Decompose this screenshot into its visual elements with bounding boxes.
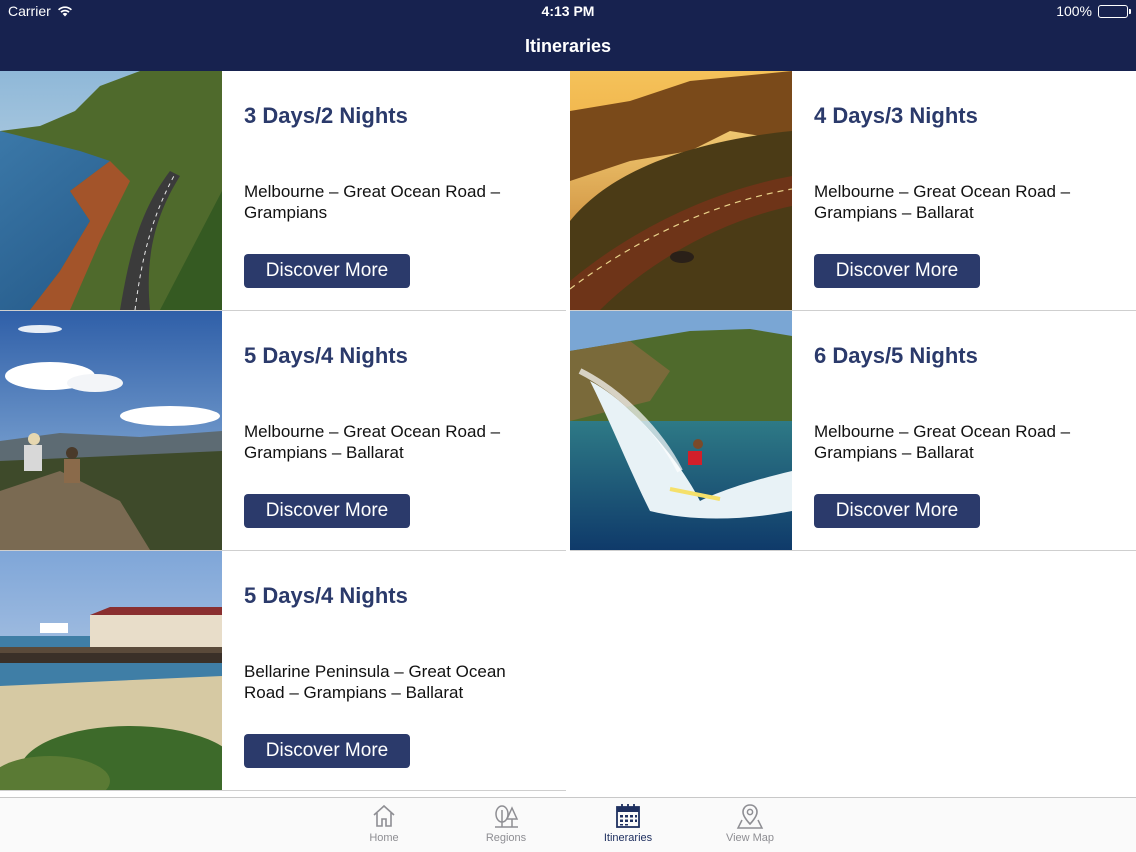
hikers-lookout-photo [0,311,222,550]
discover-more-button[interactable]: Discover More [244,734,410,768]
home-icon [373,804,395,827]
header: Carrier 4:13 PM 100% Itineraries [0,0,1136,71]
tab-label: Itineraries [603,832,653,844]
card-title: 5 Days/4 Nights [244,583,408,608]
tab-label: Regions [485,832,527,844]
card-description: Melbourne – Great Ocean Road – Grampians [244,182,501,222]
tab-regions[interactable]: Regions [456,802,556,852]
card-title: 6 Days/5 Nights [814,343,978,368]
battery-icon [1098,4,1131,18]
discover-more-button[interactable]: Discover More [814,494,980,528]
status-time: 4:13 PM [541,3,595,19]
map-pin-icon [736,804,764,829]
pier-photo [0,551,222,790]
itinerary-card[interactable]: 3 Days/2 Nights Melbourne – Great Ocean … [0,71,566,311]
tab-view-map[interactable]: View Map [700,802,800,852]
trees-icon [495,805,519,828]
card-title: 3 Days/2 Nights [244,103,408,128]
card-description: Bellarine Peninsula – Great Ocean Road –… [244,662,506,702]
status-bar: Carrier 4:13 PM 100% [0,0,1136,22]
card-description: Melbourne – Great Ocean Road – Grampians… [244,422,501,462]
discover-more-button[interactable]: Discover More [814,254,980,288]
coastal-road-photo [0,71,222,310]
card-title: 5 Days/4 Nights [244,343,408,368]
sunset-road-photo [570,71,792,310]
tab-home[interactable]: Home [334,802,434,852]
itinerary-card[interactable]: 6 Days/5 Nights Melbourne – Great Ocean … [570,311,1136,551]
card-title: 4 Days/3 Nights [814,103,978,128]
calendar-icon [616,804,640,828]
discover-more-button[interactable]: Discover More [244,254,410,288]
battery-percent: 100% [1056,3,1092,19]
itinerary-card[interactable]: 5 Days/4 Nights Bellarine Peninsula – Gr… [0,551,566,791]
tab-label: View Map [725,832,775,844]
tab-label: Home [369,832,399,844]
card-description: Melbourne – Great Ocean Road – Grampians… [814,422,1071,462]
tab-bar: Home Regions Itineraries View Map [0,797,1136,852]
card-description: Melbourne – Great Ocean Road – Grampians… [814,182,1071,222]
surfer-photo [570,311,792,550]
page-title: Itineraries [524,36,612,56]
itinerary-card[interactable]: 4 Days/3 Nights Melbourne – Great Ocean … [570,71,1136,311]
tab-itineraries[interactable]: Itineraries [578,802,678,852]
itinerary-card[interactable]: 5 Days/4 Nights Melbourne – Great Ocean … [0,311,566,551]
status-right: 100% [1056,3,1131,19]
discover-more-button[interactable]: Discover More [244,494,410,528]
